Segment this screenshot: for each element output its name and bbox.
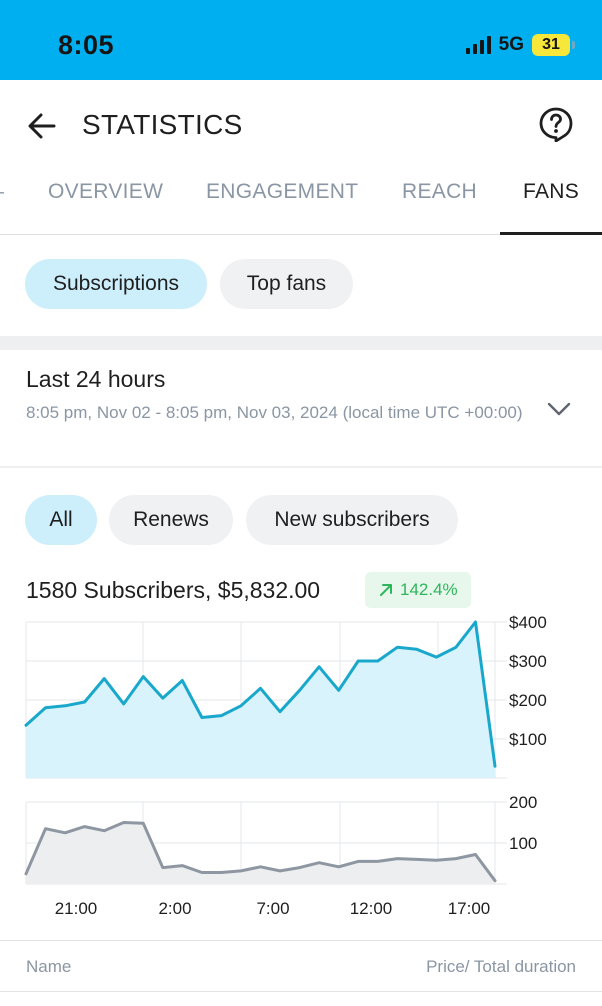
battery-level: 31 [542,36,560,53]
tab-engagement[interactable]: ENGAGEMENT [206,180,358,235]
list-header: Name Price/ Total duration [0,940,602,992]
network-type: 5G [498,34,524,55]
back-button[interactable] [24,108,60,144]
summary-text: 1580 Subscribers, $5,832.00 [26,577,321,603]
help-button[interactable] [538,106,574,143]
statistics-chart: $400 $300 $200 $100 200 100 21:00 2:00 7:00 12:00… [24,613,547,918]
range-subtitle: 8:05 pm, Nov 02 - 8:05 pm, Nov 03, 2024 … [26,403,523,422]
status-indicators: 5G 31 [465,34,575,56]
page-header: STATISTICS [0,80,602,168]
battery-icon: 31 [532,34,575,56]
subscribers-ytick-label: 100 [509,834,537,853]
column-name: Name [26,957,72,976]
growth-badge: 142.4% [365,572,471,608]
status-time: 8:05 [58,30,115,60]
subscribers-ytick-label: 200 [509,793,537,812]
subtab-subscriptions[interactable]: Subscriptions [25,259,207,309]
xtick-label: 12:00 [350,899,393,918]
range-title: Last 24 hours [26,366,166,392]
tab-overview[interactable]: OVERVIEW [48,180,163,235]
question-circle-icon [539,107,573,143]
filter-renews[interactable]: Renews [109,495,233,545]
earnings-area [26,622,495,778]
column-price: Price/ Total duration [426,957,576,976]
section-divider [0,336,602,350]
chevron-down-icon [547,402,571,416]
signal-icon [465,36,491,54]
arrow-up-right-icon [380,584,392,596]
xtick-label: 17:00 [448,899,491,918]
subtab-top-fans[interactable]: Top fans [220,259,353,309]
earnings-ytick-label: $400 [509,613,547,632]
arrow-left-icon [28,113,56,139]
filter-new-subscribers[interactable]: New subscribers [246,495,458,545]
earnings-ytick-label: $300 [509,652,547,671]
tab-reach[interactable]: REACH [402,180,477,235]
filter-all[interactable]: All [25,495,97,545]
section-divider-2 [0,466,602,468]
tab-overflow-indicator: — [0,180,4,204]
xtick-label: 7:00 [256,899,289,918]
tab-fans[interactable]: FANS [500,180,602,235]
growth-value: 142.4% [400,580,458,599]
xtick-label: 21:00 [55,899,98,918]
page-title: STATISTICS [82,109,243,140]
stats-tabs: — OVERVIEW ENGAGEMENT REACH FANS [0,168,602,235]
subscribers-area [26,822,495,884]
earnings-ytick-label: $200 [509,691,547,710]
status-bar: 8:05 5G 31 [0,0,602,80]
xtick-label: 2:00 [158,899,191,918]
earnings-ytick-label: $100 [509,730,547,749]
